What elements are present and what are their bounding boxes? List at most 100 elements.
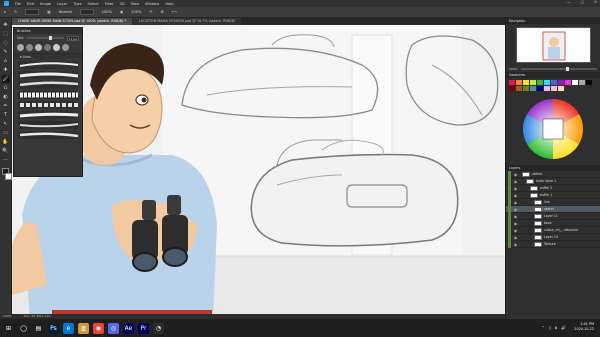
eye-icon[interactable]: ◉ [513,207,518,212]
swatch-color-7[interactable] [558,80,564,85]
menu-type[interactable]: Type [73,2,81,6]
swatch-color-1[interactable] [516,80,522,85]
marquee-tool-icon[interactable]: ⬚ [2,30,10,38]
recent-brush-6[interactable] [62,44,69,51]
menu-select[interactable]: Select [88,2,99,6]
taskbar-app-icon[interactable]: ◔ [153,322,164,334]
brush-preset-7[interactable] [18,121,79,129]
brush-size-slider[interactable] [26,36,64,40]
layer-row[interactable]: ◉ sketch [506,170,600,178]
layer-row[interactable]: ◉ colour_mi_...retouche [506,226,600,234]
swatch-color-13[interactable] [516,86,522,91]
eye-icon[interactable]: ◉ [513,186,518,191]
taskbar-app-icon[interactable]: Ae [123,322,134,334]
menu-window[interactable]: Window [145,2,159,6]
layer-row[interactable]: ◉ duffel 2 [506,184,600,192]
swatch-color-14[interactable] [523,86,529,91]
tab-document-2[interactable]: LOCATION MAIKA 0526030.psd @ 16.7% (sket… [133,18,242,25]
hand-tool-icon[interactable]: ✋ [2,138,10,146]
taskbar-app-icon[interactable]: e [63,322,74,334]
brush-preset-4[interactable] [18,91,78,99]
swatch-color-8[interactable] [565,80,571,85]
type-tool-icon[interactable]: T [2,111,10,119]
mode-select[interactable] [79,9,94,15]
brush-preset-1[interactable] [18,61,79,69]
zoom-tool-icon[interactable]: 🔍 [2,147,10,155]
taskbar-clock[interactable]: 2:41 PM 2020-10-22 [574,322,594,332]
menu-view[interactable]: View [131,2,140,6]
swatch-color-6[interactable] [551,80,557,85]
swatch-color-15[interactable] [530,86,536,91]
taskbar-app-icon[interactable]: ⊞ [3,322,14,334]
brush-preset-picker[interactable] [25,9,40,15]
airbrush-icon[interactable]: ✢ [149,10,152,14]
swatch-color-4[interactable] [537,80,543,85]
eye-icon[interactable]: ◉ [513,221,518,226]
menu-layer[interactable]: Layer [57,2,67,6]
healing-tool-icon[interactable]: ✚ [2,66,10,74]
layer-row[interactable]: ◉ main store 1 [506,177,600,185]
home-icon[interactable]: ⌂ [4,10,6,14]
mode-dropdown[interactable]: Normal [59,10,72,14]
eye-icon[interactable]: ◉ [513,242,518,247]
swatch-color-19[interactable] [558,86,564,91]
swatch-color-5[interactable] [544,80,550,85]
taskbar-app-icon[interactable]: ◎ [108,322,119,334]
brush-preset-6[interactable] [18,111,79,119]
tray-battery-icon[interactable]: ▯ [549,325,551,330]
swatch-color-16[interactable] [537,86,543,91]
recent-brush-1[interactable] [17,44,24,51]
close-button[interactable]: ✕ [594,0,597,4]
brush-size-value[interactable]: 11 px [67,35,79,41]
brush-tool-icon[interactable]: ✎ [14,10,17,14]
swatch-color-18[interactable] [551,86,557,91]
maximize-button[interactable]: □ [581,0,584,4]
eye-icon[interactable]: ◉ [513,193,518,198]
taskbar-app-icon[interactable]: Pr [138,322,149,334]
brush-settings-icon[interactable]: ▦ [47,10,50,14]
more-tools-icon[interactable]: ⋯ [2,156,10,164]
tray-overflow-icon[interactable]: ⌃ [541,325,544,330]
tab-document-1[interactable]: CHASE ANGR GRMS MAIN 57209.psd @ 100% (s… [12,18,132,25]
swatch-color-10[interactable] [579,80,585,85]
swatch-color-0[interactable] [509,80,515,85]
eye-icon[interactable]: ◉ [513,228,518,233]
recent-brush-2[interactable] [26,44,33,51]
rectangle-tool-icon[interactable]: ▭ [2,129,10,137]
layer-row[interactable]: ◉ sketch [506,205,600,213]
swatch-color-2[interactable] [523,80,529,85]
eye-icon[interactable]: ◉ [513,200,518,205]
menu-3d[interactable]: 3D [120,2,125,6]
swatch-color-17[interactable] [544,86,550,91]
swatch-color-11[interactable] [586,80,592,85]
taskbar-app-icon[interactable]: ◯ [18,322,29,334]
navigator-zoom-slider[interactable] [520,67,597,71]
brush-folder-lines[interactable]: ▾ Lines [14,53,82,59]
eye-icon[interactable]: ◉ [513,214,518,219]
eye-icon[interactable]: ◉ [513,172,518,177]
swatch-color-12[interactable] [509,86,515,91]
color-wheel[interactable] [513,96,593,162]
brush-preset-5[interactable] [18,101,78,109]
menu-file[interactable]: File [15,2,21,6]
tray-volume-icon[interactable]: 🔊 [561,325,566,330]
lasso-tool-icon[interactable]: ◌ [2,39,10,47]
menu-help[interactable]: Help [165,2,173,6]
minimize-button[interactable]: — [567,0,571,4]
brush-preset-3[interactable] [18,81,79,89]
symmetry-icon[interactable]: ⟷ [172,10,177,14]
swatch-color-3[interactable] [530,80,536,85]
background-color-swatch[interactable] [4,173,12,180]
tray-network-icon[interactable]: ◖ [555,325,557,330]
layer-row[interactable]: ◉ Texture [506,240,600,248]
menu-edit[interactable]: Edit [27,2,34,6]
menu-filter[interactable]: Filter [105,2,114,6]
layer-row[interactable]: ◉ Layer 10 [506,233,600,241]
opacity-value[interactable]: 100% [102,10,112,14]
recent-brush-5[interactable] [53,44,60,51]
taskbar-app-icon[interactable]: ◉ [93,322,104,334]
taskbar-app-icon[interactable]: ▥ [78,322,89,334]
layer-row[interactable]: ◉ base [506,219,600,227]
quick-select-tool-icon[interactable]: ✎ [2,48,10,56]
recent-brush-4[interactable] [44,44,51,51]
